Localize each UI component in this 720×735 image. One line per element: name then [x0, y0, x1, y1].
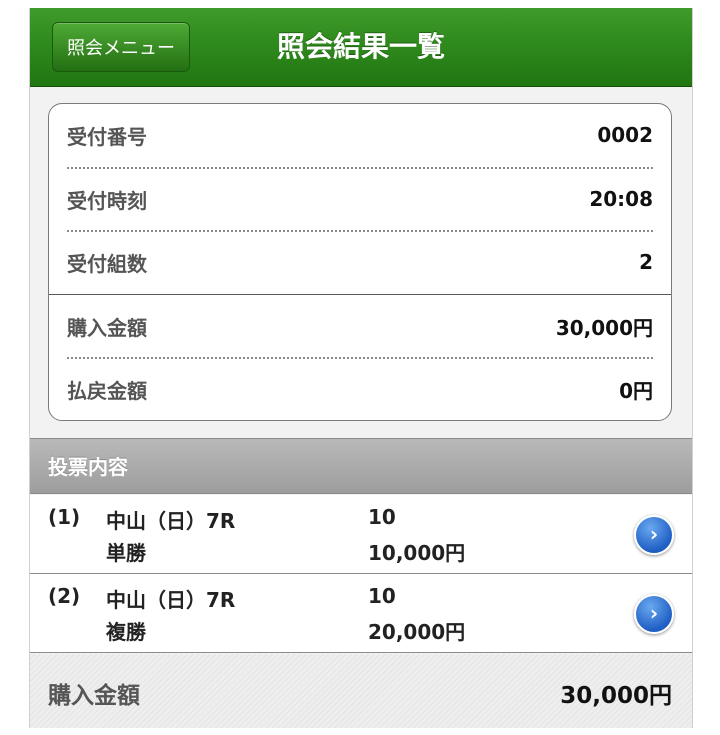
info-label: 受付時刻 [67, 188, 147, 213]
info-value: 2 [639, 250, 653, 274]
info-value: 30,000円 [555, 315, 653, 340]
info-row-purchase-amount: 購入金額 30,000円 [67, 295, 653, 357]
total-purchase-bar: 購入金額 30,000円 [30, 654, 692, 728]
info-row-receipt-time: 受付時刻 20:08 [67, 168, 653, 230]
info-label: 払戻金額 [67, 378, 147, 403]
chevron-right-icon[interactable]: › [634, 594, 674, 634]
bet-list-item[interactable]: (2) 中山（日）7R 複勝 10 20,000円 › [30, 574, 692, 653]
info-label: 購入金額 [67, 315, 147, 340]
section-header-bet-contents: 投票内容 [30, 438, 692, 494]
bet-number: (1) [48, 505, 81, 529]
bet-horse-number: 10 [368, 584, 396, 608]
info-value: 0002 [597, 123, 653, 147]
info-row-receipt-number: 受付番号 0002 [67, 104, 653, 166]
info-row-receipt-count: 受付組数 2 [67, 231, 653, 293]
total-label: 購入金額 [48, 683, 140, 709]
nav-bar: 照会メニュー 照会結果一覧 [30, 8, 692, 87]
back-button-label: 照会メニュー [67, 38, 175, 59]
bet-type: 単勝 [106, 541, 146, 565]
back-button[interactable]: 照会メニュー [52, 22, 190, 72]
info-label: 受付番号 [67, 124, 147, 149]
bet-type: 複勝 [106, 620, 146, 644]
info-value: 0円 [619, 378, 653, 403]
total-value: 30,000円 [560, 683, 672, 709]
bet-number: (2) [48, 584, 81, 608]
bet-race: 中山（日）7R [106, 588, 236, 612]
bet-amount: 20,000円 [368, 620, 466, 644]
bet-race: 中山（日）7R [106, 509, 236, 533]
app-frame: 照会メニュー 照会結果一覧 受付番号 0002 受付時刻 20:08 受付組数 … [29, 8, 693, 728]
info-value: 20:08 [589, 187, 653, 211]
chevron-right-icon[interactable]: › [634, 515, 674, 555]
bet-list-item[interactable]: (1) 中山（日）7R 単勝 10 10,000円 › [30, 495, 692, 574]
info-label: 受付組数 [67, 251, 147, 276]
info-row-payout-amount: 払戻金額 0円 [67, 358, 653, 420]
bet-horse-number: 10 [368, 505, 396, 529]
bet-amount: 10,000円 [368, 541, 466, 565]
receipt-info-card: 受付番号 0002 受付時刻 20:08 受付組数 2 購入金額 30,000円… [48, 103, 672, 421]
